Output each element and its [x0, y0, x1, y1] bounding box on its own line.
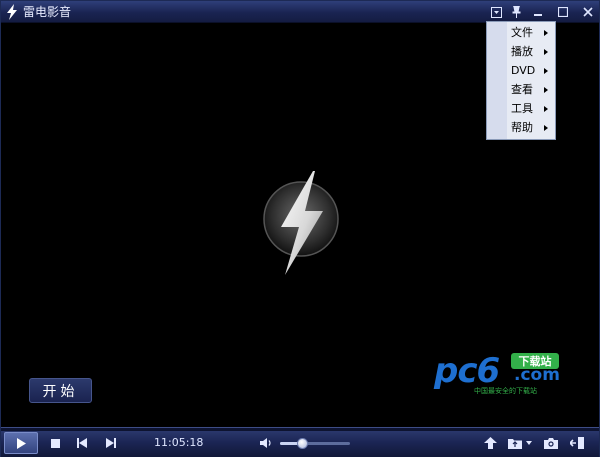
screenshot-button[interactable]: [539, 433, 563, 453]
submenu-arrow-icon: [544, 106, 548, 112]
menu-item-label: 文件: [511, 26, 533, 39]
minimize-icon[interactable]: [528, 3, 548, 21]
screenshot-icon: [544, 437, 558, 449]
open-folder-icon: [508, 438, 522, 449]
volume-handle[interactable]: [297, 438, 309, 449]
pin-icon[interactable]: [506, 3, 526, 21]
play-icon: [17, 437, 26, 449]
menu-item-label: DVD: [511, 64, 536, 77]
title-bar[interactable]: 雷电影音: [1, 1, 599, 23]
previous-button[interactable]: [70, 433, 94, 453]
menu-dropdown-icon[interactable]: [486, 3, 506, 21]
submenu-arrow-icon: [544, 87, 548, 93]
watermark-domain: .com: [514, 365, 560, 385]
submenu-arrow-icon: [544, 30, 548, 36]
chevron-down-icon: [526, 441, 532, 445]
stop-button[interactable]: [43, 433, 67, 453]
submenu-arrow-icon: [544, 125, 548, 131]
menu-item-label: 查看: [511, 83, 533, 96]
control-bar: 11:05:18: [1, 427, 599, 457]
eject-icon: [483, 437, 497, 449]
volume-slider[interactable]: [280, 442, 350, 445]
menu-item-label: 帮助: [511, 121, 533, 134]
volume-icon[interactable]: [259, 436, 273, 450]
time-display: 11:05:18: [154, 436, 204, 449]
menu-item-label: 播放: [511, 45, 533, 58]
watermark-brand: pc6: [434, 351, 500, 391]
window-title: 雷电影音: [23, 5, 72, 19]
menu-item-tools[interactable]: 工具: [487, 100, 555, 119]
eject-button[interactable]: [478, 433, 502, 453]
playlist-button[interactable]: [565, 433, 589, 453]
menu-item-help[interactable]: 帮助: [487, 119, 555, 138]
seek-bar[interactable]: [1, 428, 599, 431]
menu-item-label: 工具: [511, 102, 533, 115]
watermark-logo: pc6 下载站 .com 中国最安全的下载站: [434, 351, 564, 399]
submenu-arrow-icon: [544, 49, 548, 55]
next-button[interactable]: [98, 433, 122, 453]
playlist-icon: [570, 437, 584, 449]
open-dropdown-button[interactable]: [522, 433, 536, 453]
menu-item-file[interactable]: 文件: [487, 24, 555, 43]
play-button[interactable]: [4, 432, 38, 454]
next-icon: [105, 438, 116, 448]
maximize-icon[interactable]: [553, 3, 573, 21]
player-window: 雷电影音 文件 播放 DVD 查看 工具 帮助 开始 pc6 下载站 .com …: [0, 0, 600, 457]
menu-item-view[interactable]: 查看: [487, 81, 555, 100]
submenu-arrow-icon: [544, 68, 548, 74]
app-lightning-icon: [7, 4, 17, 20]
lightning-logo: [263, 171, 339, 275]
stop-icon: [50, 438, 60, 448]
previous-icon: [76, 438, 87, 448]
context-menu: 文件 播放 DVD 查看 工具 帮助: [486, 21, 556, 140]
menu-item-dvd[interactable]: DVD: [487, 62, 555, 81]
close-icon[interactable]: [578, 3, 598, 21]
menu-item-play[interactable]: 播放: [487, 43, 555, 62]
watermark-tagline: 中国最安全的下载站: [474, 387, 537, 395]
start-button[interactable]: 开始: [29, 378, 92, 403]
